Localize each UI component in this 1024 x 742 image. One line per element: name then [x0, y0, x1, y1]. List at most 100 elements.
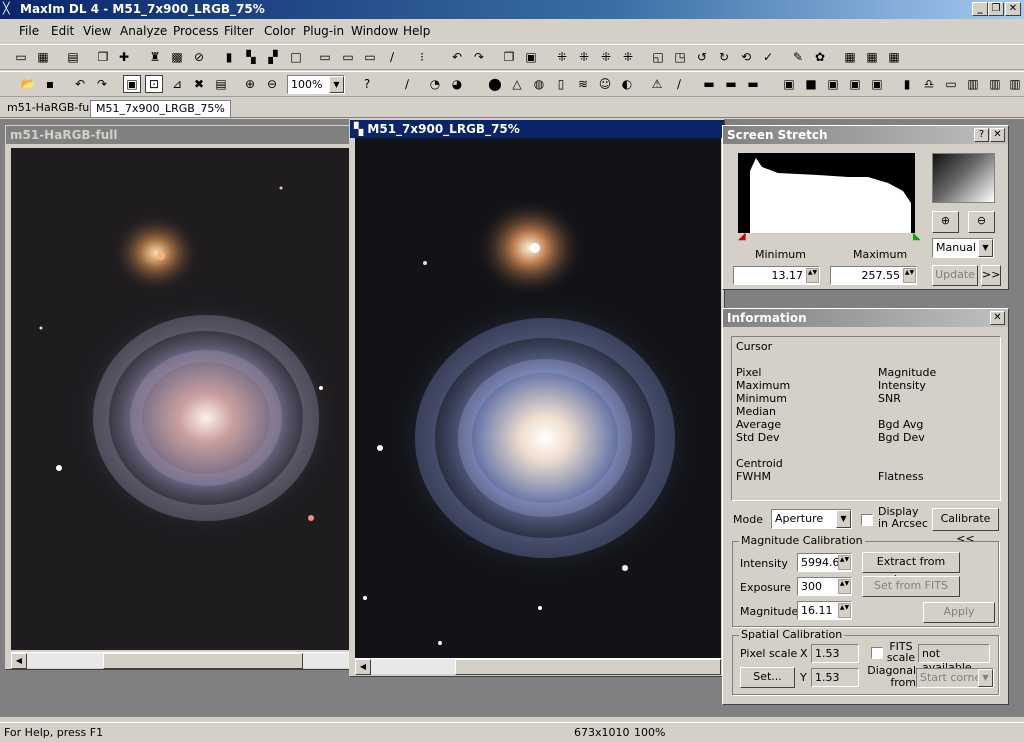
menu-edit[interactable]: Edit [51, 24, 74, 38]
zoom-select[interactable]: 100% ▼ [287, 75, 345, 94]
update-button[interactable]: Update [932, 265, 978, 286]
maximize-button[interactable]: ❐ [988, 2, 1004, 16]
extract-from-image-button[interactable]: Extract from image [862, 552, 960, 586]
galaxy-image-1[interactable] [11, 148, 349, 650]
image-icon[interactable]: ▣ [123, 75, 141, 93]
display-arcsec-checkbox[interactable] [861, 514, 873, 526]
calibrate-button[interactable]: Calibrate << [932, 508, 999, 545]
align2-icon[interactable]: ▞ [264, 48, 282, 66]
scroll-left-icon[interactable]: ◀ [355, 659, 371, 675]
start-corner-select[interactable]: Start corner ▼ [916, 668, 994, 688]
pencil-icon[interactable]: ∕ [398, 75, 416, 93]
menu-window[interactable]: Window [351, 24, 398, 38]
paste-icon[interactable]: ▣ [522, 48, 540, 66]
tool-icon[interactable]: ✓ [759, 48, 777, 66]
tool-icon[interactable]: ✖ [190, 75, 208, 93]
tool-icon[interactable]: ◔ [426, 75, 444, 93]
save-icon[interactable]: ▪ [41, 75, 59, 93]
document-window-1[interactable]: m51-HaRGB-full ◀ [5, 125, 352, 670]
tool-icon[interactable]: ▤ [212, 75, 230, 93]
tool-icon[interactable]: ♎ [920, 75, 938, 93]
target-icon[interactable]: ⊘ [190, 48, 208, 66]
tool-icon[interactable]: ▬ [700, 75, 718, 93]
tool-icon[interactable]: ▣ [868, 75, 886, 93]
tool-icon[interactable]: ▥ [964, 75, 982, 93]
toolbar-icon[interactable]: ▤ [64, 48, 82, 66]
zoom-in-button[interactable]: ⊕ [932, 211, 959, 233]
redo-icon[interactable]: ↷ [93, 75, 111, 93]
tool-icon[interactable]: ▣ [824, 75, 842, 93]
menu-filter[interactable]: Filter [224, 24, 254, 38]
curve-icon[interactable]: ∕ [383, 48, 401, 66]
undo-icon[interactable]: ↶ [448, 48, 466, 66]
tab-m51-harg-full[interactable]: m51-HaRGB-full [2, 100, 100, 117]
grid-icon[interactable]: ▩ [168, 48, 186, 66]
crosshair-icon[interactable]: ✚ [115, 48, 133, 66]
tool-icon[interactable]: ▮ [898, 75, 916, 93]
tool-icon[interactable]: ⁝ [413, 48, 431, 66]
tool-icon[interactable]: ⁜ [575, 48, 593, 66]
set-button[interactable]: Set... [740, 667, 795, 688]
galaxy-image-2[interactable] [355, 138, 721, 658]
select-icon[interactable]: ⊡ [145, 75, 163, 93]
tool-icon[interactable]: ▯ [552, 75, 570, 93]
maximum-spinner[interactable]: ▲▼ [903, 268, 916, 283]
tool-icon[interactable]: ▥ [1006, 75, 1024, 93]
tool-icon[interactable]: ⁜ [619, 48, 637, 66]
tool-icon[interactable]: ▬ [722, 75, 740, 93]
scroll-thumb[interactable] [455, 659, 721, 675]
tool-icon[interactable]: ⁜ [553, 48, 571, 66]
fits-scale-checkbox[interactable] [871, 647, 883, 659]
pixel-scale-y-input[interactable]: 1.53 [811, 668, 859, 687]
minimum-spinner[interactable]: ▲▼ [806, 268, 819, 283]
tool-icon[interactable]: ■ [802, 75, 820, 93]
zoom-in-icon[interactable]: ⊕ [241, 75, 259, 93]
tool-icon[interactable]: ▭ [361, 48, 379, 66]
zoom-out-icon[interactable]: ⊖ [263, 75, 281, 93]
menu-color[interactable]: Color [264, 24, 295, 38]
mode-select[interactable]: Aperture ▼ [771, 509, 852, 529]
tool-icon[interactable]: ⚠ [648, 75, 666, 93]
tool-icon[interactable]: ⁜ [597, 48, 615, 66]
tool-icon[interactable]: ◳ [671, 48, 689, 66]
tool-icon[interactable]: ⊿ [168, 75, 186, 93]
help-icon[interactable]: ? [358, 75, 376, 93]
tool-icon[interactable]: ◕ [448, 75, 466, 93]
tool-icon[interactable]: ▭ [942, 75, 960, 93]
undo-icon[interactable]: ↶ [71, 75, 89, 93]
redo-icon[interactable]: ↷ [470, 48, 488, 66]
square-icon[interactable]: □ [287, 48, 305, 66]
star-icon[interactable]: ⬤ [486, 75, 504, 93]
toolbar-icon[interactable]: ▦ [34, 48, 52, 66]
apply-button[interactable]: Apply [923, 602, 995, 623]
align-icon[interactable]: ▚ [242, 48, 260, 66]
tool-icon[interactable]: ▦ [841, 48, 859, 66]
tool-icon[interactable]: ∕ [670, 75, 688, 93]
tool-icon[interactable]: ▬ [744, 75, 762, 93]
menu-file[interactable]: File [19, 24, 39, 38]
tool-icon[interactable]: ◍ [530, 75, 548, 93]
expand-button[interactable]: >> [981, 265, 1001, 286]
close-icon[interactable]: ✕ [990, 128, 1005, 142]
copy-icon[interactable]: ❐ [500, 48, 518, 66]
tool-icon[interactable]: ▥ [986, 75, 1004, 93]
menu-process[interactable]: Process [173, 24, 219, 38]
rotate-icon[interactable]: ↺ [693, 48, 711, 66]
globe-icon[interactable]: ◐ [618, 75, 636, 93]
pixel-scale-x-input[interactable]: 1.53 [811, 644, 859, 663]
exposure-spinner[interactable]: ▲▼ [838, 579, 851, 594]
help-icon[interactable]: ? [974, 128, 989, 142]
set-from-fits-button[interactable]: Set from FITS [862, 576, 960, 597]
stretch-mode-select[interactable]: Manual ▼ [932, 238, 994, 258]
tool-icon[interactable]: ♜ [146, 48, 164, 66]
horizontal-scrollbar[interactable]: ◀ [11, 652, 349, 669]
histogram[interactable] [738, 153, 915, 233]
tool-icon[interactable]: ≋ [574, 75, 592, 93]
document-window-2[interactable]: ▚ M51_7x900_LRGB_75% ◀ [349, 119, 725, 677]
rotate-icon[interactable]: ⟲ [737, 48, 755, 66]
menu-view[interactable]: View [83, 24, 111, 38]
intensity-spinner[interactable]: ▲▼ [838, 555, 851, 570]
scroll-left-icon[interactable]: ◀ [11, 653, 27, 669]
scroll-thumb[interactable] [103, 653, 303, 669]
tool-icon[interactable]: ▣ [846, 75, 864, 93]
